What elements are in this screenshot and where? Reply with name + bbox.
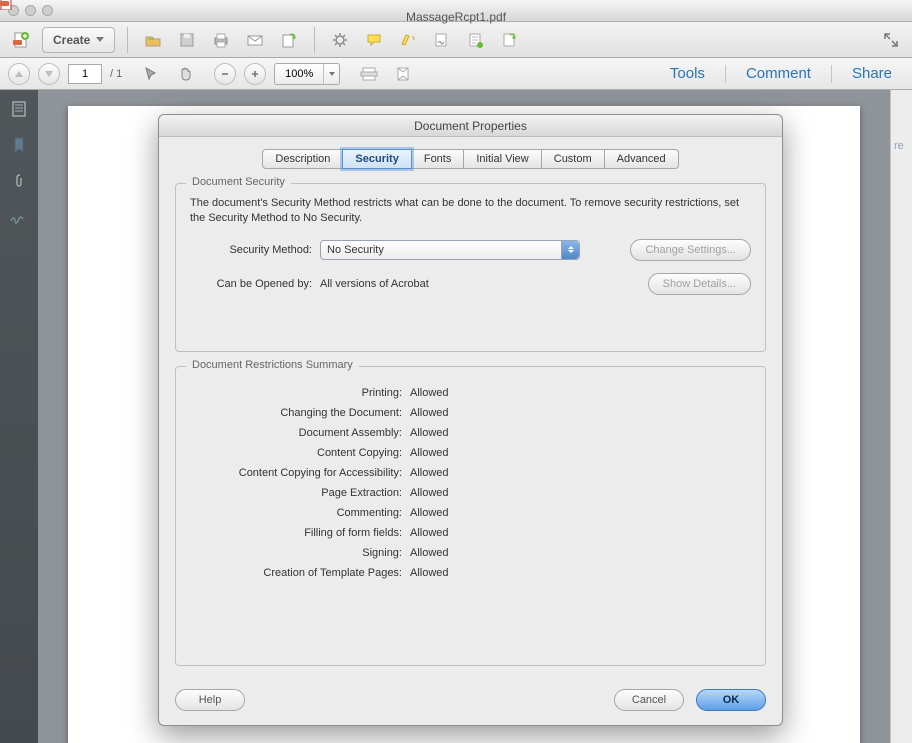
restriction-value: Allowed bbox=[410, 407, 449, 419]
ok-button[interactable]: OK bbox=[696, 689, 766, 711]
tab-security[interactable]: Security bbox=[342, 149, 411, 169]
show-details-button[interactable]: Show Details... bbox=[648, 273, 751, 295]
restriction-value: Allowed bbox=[410, 447, 449, 459]
tab-description[interactable]: Description bbox=[262, 149, 343, 169]
opened-by-label: Can be Opened by: bbox=[190, 278, 320, 290]
restriction-value: Allowed bbox=[410, 547, 449, 559]
security-method-select[interactable]: No Security bbox=[320, 240, 580, 260]
tab-fonts[interactable]: Fonts bbox=[411, 149, 465, 169]
restriction-value: Allowed bbox=[410, 507, 449, 519]
restriction-row: Printing:Allowed bbox=[190, 387, 751, 399]
dialog-title: Document Properties bbox=[159, 115, 782, 137]
restriction-value: Allowed bbox=[410, 487, 449, 499]
restriction-label: Printing: bbox=[190, 387, 410, 399]
cancel-button[interactable]: Cancel bbox=[614, 689, 684, 711]
tab-custom[interactable]: Custom bbox=[541, 149, 605, 169]
tab-advanced[interactable]: Advanced bbox=[604, 149, 679, 169]
restriction-value: Allowed bbox=[410, 527, 449, 539]
help-button[interactable]: Help bbox=[175, 689, 245, 711]
restriction-value: Allowed bbox=[410, 427, 449, 439]
security-method-value: No Security bbox=[327, 244, 384, 256]
dialog-footer: Help Cancel OK bbox=[175, 689, 766, 711]
restriction-label: Content Copying: bbox=[190, 447, 410, 459]
restriction-label: Filling of form fields: bbox=[190, 527, 410, 539]
opened-by-value: All versions of Acrobat bbox=[320, 278, 429, 290]
document-security-group: Document Security The document's Securit… bbox=[175, 183, 766, 352]
document-properties-dialog: Document Properties DescriptionSecurityF… bbox=[158, 114, 783, 726]
group-legend: Document Restrictions Summary bbox=[186, 359, 359, 371]
select-stepper-icon bbox=[561, 241, 579, 259]
restriction-label: Changing the Document: bbox=[190, 407, 410, 419]
restriction-label: Document Assembly: bbox=[190, 427, 410, 439]
tab-initial-view[interactable]: Initial View bbox=[463, 149, 541, 169]
restriction-label: Content Copying for Accessibility: bbox=[190, 467, 410, 479]
change-settings-button[interactable]: Change Settings... bbox=[630, 239, 751, 261]
restriction-row: Page Extraction:Allowed bbox=[190, 487, 751, 499]
restriction-row: Commenting:Allowed bbox=[190, 507, 751, 519]
restriction-row: Creation of Template Pages:Allowed bbox=[190, 567, 751, 579]
dialog-tabs: DescriptionSecurityFontsInitial ViewCust… bbox=[159, 149, 782, 169]
dialog-mask: Document Properties DescriptionSecurityF… bbox=[0, 0, 912, 743]
restriction-value: Allowed bbox=[410, 387, 449, 399]
restriction-label: Page Extraction: bbox=[190, 487, 410, 499]
security-explain-text: The document's Security Method restricts… bbox=[190, 196, 751, 227]
restriction-label: Creation of Template Pages: bbox=[190, 567, 410, 579]
restriction-label: Commenting: bbox=[190, 507, 410, 519]
restriction-row: Content Copying for Accessibility:Allowe… bbox=[190, 467, 751, 479]
restriction-row: Content Copying:Allowed bbox=[190, 447, 751, 459]
restriction-row: Filling of form fields:Allowed bbox=[190, 527, 751, 539]
restriction-value: Allowed bbox=[410, 567, 449, 579]
group-legend: Document Security bbox=[186, 176, 291, 188]
restriction-row: Changing the Document:Allowed bbox=[190, 407, 751, 419]
restrictions-group: Document Restrictions Summary Printing:A… bbox=[175, 366, 766, 666]
restriction-label: Signing: bbox=[190, 547, 410, 559]
restriction-row: Document Assembly:Allowed bbox=[190, 427, 751, 439]
restriction-row: Signing:Allowed bbox=[190, 547, 751, 559]
app-window: MassageRcpt1.pdf Create / 1 bbox=[0, 0, 912, 743]
restriction-value: Allowed bbox=[410, 467, 449, 479]
security-method-label: Security Method: bbox=[190, 244, 320, 256]
